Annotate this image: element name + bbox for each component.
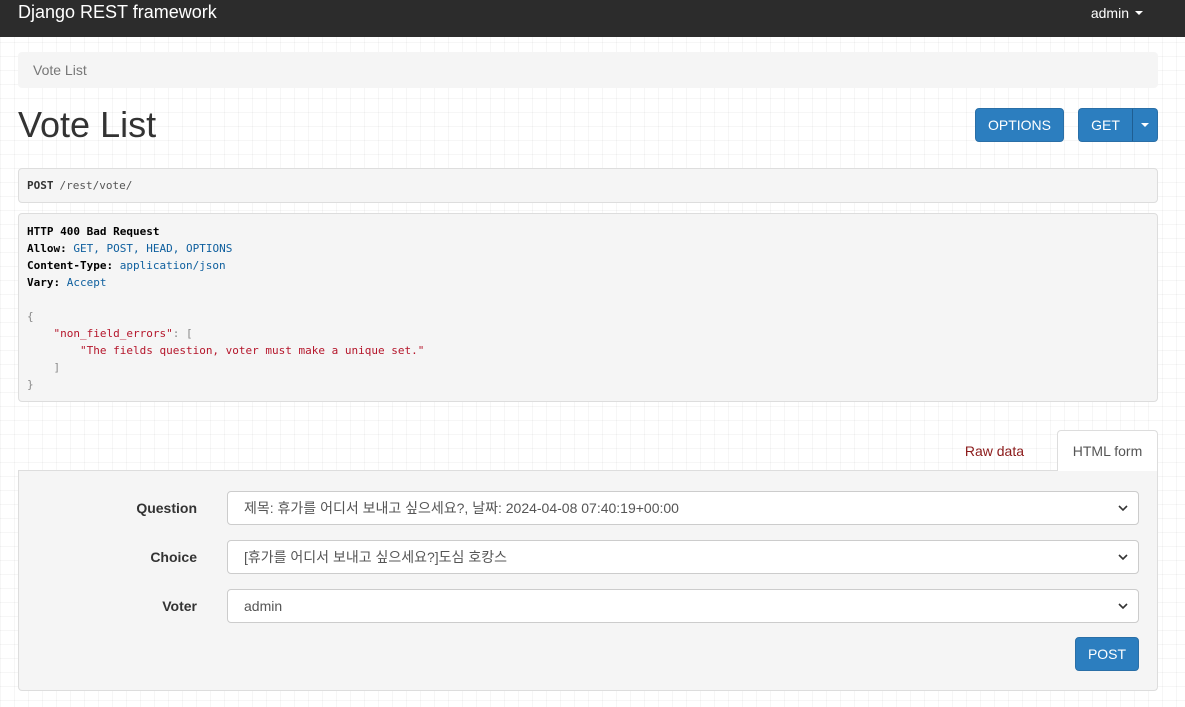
json-open-bracket: [	[185, 327, 193, 340]
header-value: GET, POST, HEAD, OPTIONS	[73, 242, 233, 255]
json-key: "non_field_errors"	[53, 327, 173, 340]
header-name: Content-Type:	[27, 259, 114, 272]
request-method: POST	[27, 179, 54, 192]
tab-raw-data[interactable]: Raw data	[949, 430, 1040, 471]
header-name: Allow:	[27, 242, 67, 255]
response-info: HTTP 400 Bad Request Allow: GET, POST, H…	[18, 213, 1158, 402]
form-tabs: Raw data HTML form	[18, 430, 1158, 472]
json-close-bracket: ]	[53, 361, 61, 374]
response-header: Vary: Accept	[27, 276, 107, 289]
choice-value: [휴가를 어디서 보내고 싶으세요?]도심 호캉스	[244, 549, 507, 565]
breadcrumb-current[interactable]: Vote List	[33, 62, 87, 78]
voter-label: Voter	[162, 598, 197, 614]
post-button[interactable]: POST	[1075, 637, 1139, 671]
breadcrumb: Vote List	[18, 52, 1158, 88]
form-row-voter: Voter admin	[19, 589, 1159, 623]
caret-down-icon	[1141, 123, 1149, 127]
question-value: 제목: 휴가를 어디서 보내고 싶으세요?, 날짜: 2024-04-08 07…	[244, 500, 679, 516]
brand-link[interactable]: Django REST framework	[18, 2, 217, 23]
header-value: Accept	[66, 276, 107, 289]
chevron-down-icon	[1118, 505, 1128, 512]
get-format-dropdown[interactable]	[1133, 108, 1158, 142]
navbar: Django REST framework admin	[0, 0, 1185, 37]
user-menu[interactable]: admin	[1091, 5, 1143, 21]
caret-down-icon	[1135, 10, 1143, 15]
header-value: application/json	[119, 259, 226, 272]
question-label: Question	[136, 500, 197, 516]
voter-value: admin	[244, 598, 283, 614]
response-header: Allow: GET, POST, HEAD, OPTIONS	[27, 242, 232, 255]
page-title: Vote List	[18, 104, 157, 145]
chevron-down-icon	[1118, 554, 1128, 561]
header-name: Vary:	[27, 276, 61, 289]
get-button[interactable]: GET	[1078, 108, 1133, 142]
chevron-down-icon	[1118, 603, 1128, 610]
json-colon: :	[172, 327, 186, 340]
choice-select[interactable]: [휴가를 어디서 보내고 싶으세요?]도심 호캉스	[227, 540, 1139, 574]
question-select[interactable]: 제목: 휴가를 어디서 보내고 싶으세요?, 날짜: 2024-04-08 07…	[227, 491, 1139, 525]
request-url: /rest/vote/	[59, 179, 133, 192]
response-status: HTTP 400 Bad Request	[27, 225, 160, 238]
choice-label: Choice	[150, 549, 197, 565]
options-button[interactable]: OPTIONS	[975, 108, 1064, 142]
user-name: admin	[1090, 4, 1129, 21]
response-header: Content-Type: application/json	[27, 259, 226, 272]
html-form-panel: Question 제목: 휴가를 어디서 보내고 싶으세요?, 날짜: 2024…	[18, 471, 1158, 691]
form-row-choice: Choice [휴가를 어디서 보내고 싶으세요?]도심 호캉스	[19, 540, 1159, 574]
json-error-message: "The fields question, voter must make a …	[79, 344, 425, 357]
get-button-group: GET	[1078, 108, 1158, 142]
tab-html-form[interactable]: HTML form	[1057, 430, 1158, 472]
json-open-brace: {	[27, 310, 34, 323]
voter-select[interactable]: admin	[227, 589, 1139, 623]
request-info: POST /rest/vote/	[18, 168, 1158, 203]
form-row-question: Question 제목: 휴가를 어디서 보내고 싶으세요?, 날짜: 2024…	[19, 491, 1159, 525]
json-close-brace: }	[27, 378, 34, 391]
